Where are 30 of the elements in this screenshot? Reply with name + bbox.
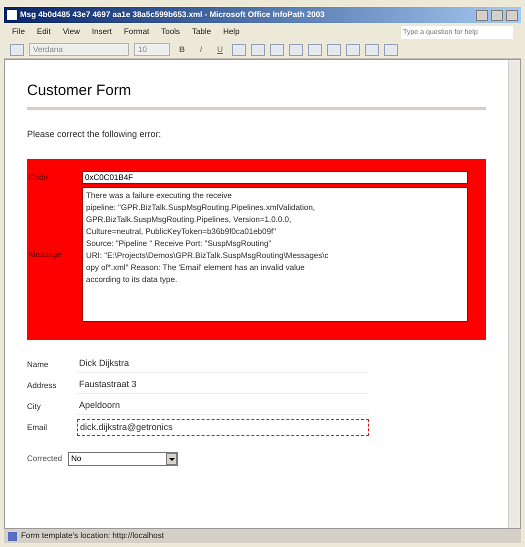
window-title: Msg 4b0d485 43e7 4697 aa1e 38a5c599b653.xml - Microsoft Office InfoPath 2003	[20, 9, 325, 21]
error-intro: Please correct the following error:	[27, 128, 162, 141]
message-label: Message	[29, 248, 62, 260]
scrollbar[interactable]	[508, 60, 520, 528]
corrected-dropdown[interactable]: No	[68, 452, 178, 466]
menu-item[interactable]: Format	[124, 26, 150, 38]
menu-item[interactable]: Help	[223, 26, 240, 38]
text-field[interactable]: Faustastraat 3	[77, 377, 369, 394]
menu-item[interactable]: Table	[192, 26, 212, 38]
format-button[interactable]: B	[175, 43, 189, 56]
field-label: Email	[27, 422, 48, 434]
code-label: Code	[29, 172, 50, 184]
menu-item[interactable]: Edit	[36, 26, 51, 38]
corrected-label: Corrected	[27, 453, 62, 465]
menu-item[interactable]: View	[62, 26, 80, 38]
status-text: Form template's location: http://localhost	[21, 530, 164, 542]
format-button[interactable]: U	[213, 43, 227, 56]
message-field[interactable]: There was a failure executing the receive pipeline: "GPR.BizTalk.SuspMsgRouting.Pipelines.xmlValidation, GPR.BizTalk.SuspMsgRouting.Pipelines, Version=1.0.0.0, Culture=neutral, PublicKeyToken=b36b9f0ca01eb09f" Source: "Pipeline " Receive Port: "SuspMsgRouting" URI: "E:\Projects\Demos\GPR.BizTalk.SuspMsgRouting\Messages\c opy of*.xml" Reason: The 'Email' element has an invalid value according to its data type.	[82, 187, 468, 322]
text-field[interactable]: dick.dijkstra@getronics	[77, 419, 369, 436]
field-label: City	[27, 400, 42, 412]
menu-item[interactable]: File	[12, 26, 25, 38]
code-field[interactable]: 0xC0C01B4F	[82, 171, 468, 184]
form-title: Customer Form	[27, 80, 486, 110]
field-label: Name	[27, 358, 50, 370]
format-button[interactable]: I	[194, 43, 208, 56]
field-label: Address	[27, 380, 58, 392]
menu-item[interactable]: Tools	[161, 26, 180, 38]
menu-item[interactable]: Insert	[92, 26, 112, 38]
text-field[interactable]: Apeldoorn	[77, 398, 369, 415]
text-field[interactable]: Dick Dijkstra	[77, 356, 369, 373]
